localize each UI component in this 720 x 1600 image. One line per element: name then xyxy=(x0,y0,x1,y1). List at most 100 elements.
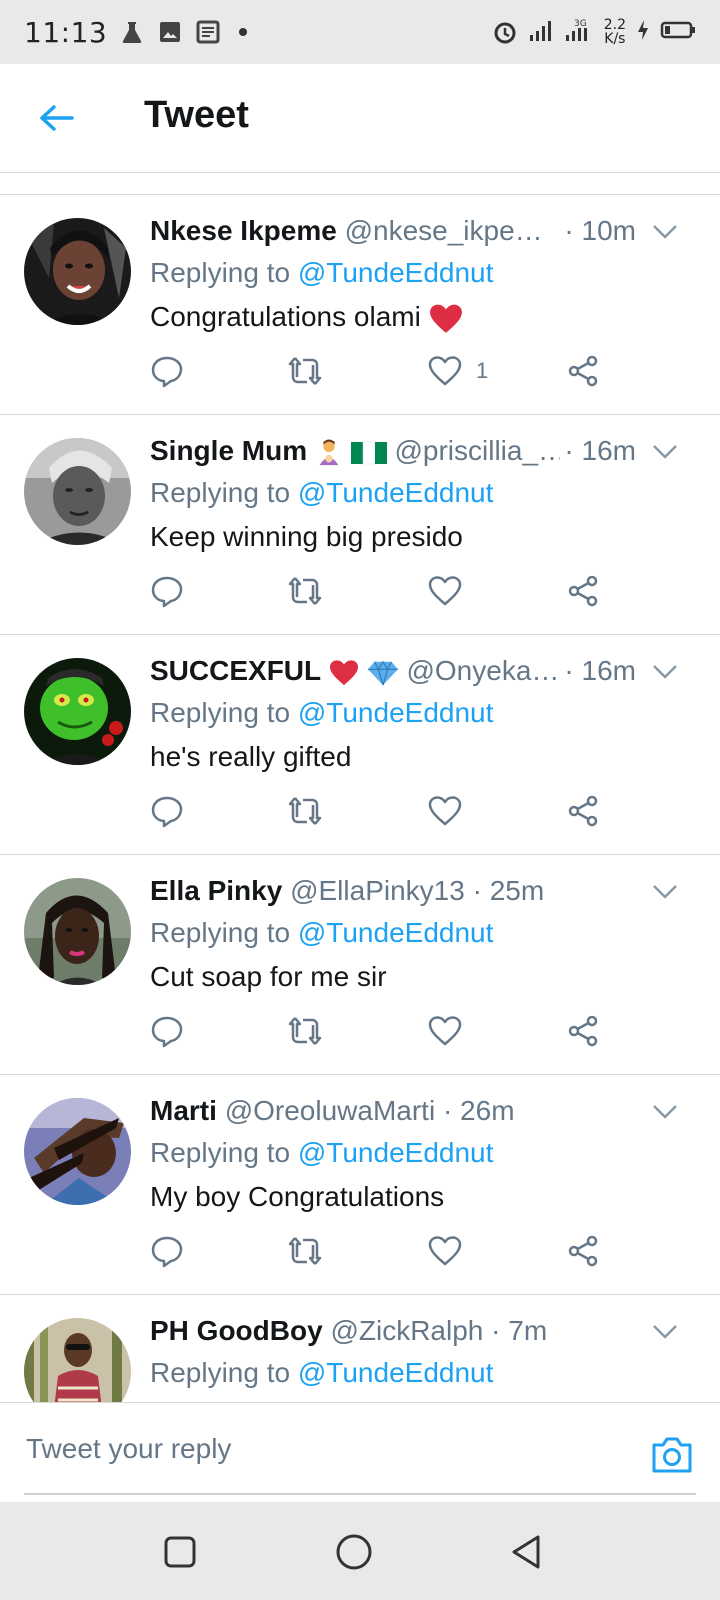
reply-tweet[interactable]: PH GoodBoy @ZickRalph · 7m Replying to @… xyxy=(0,1295,720,1402)
retweet-button[interactable] xyxy=(288,1233,322,1269)
like-button[interactable] xyxy=(428,1013,462,1049)
reply-button[interactable] xyxy=(150,573,184,609)
replying-to: Replying to @TundeEddnut xyxy=(150,1357,493,1389)
mention-link[interactable]: @TundeEddnut xyxy=(298,257,494,288)
replying-to-label: Replying to xyxy=(150,1137,298,1168)
replying-to: Replying to @TundeEddnut xyxy=(150,917,493,949)
user-handle[interactable]: @EllaPinky13 xyxy=(290,875,465,906)
user-handle[interactable]: @ZickRalph xyxy=(330,1315,483,1346)
battery-icon xyxy=(660,17,696,48)
chevron-down-icon[interactable] xyxy=(652,883,678,901)
mention-link[interactable]: @TundeEddnut xyxy=(298,697,494,728)
avatar[interactable] xyxy=(24,658,131,765)
mention-link[interactable]: @TundeEddnut xyxy=(298,477,494,508)
display-name[interactable]: Nkese Ikpeme xyxy=(150,215,337,246)
reply-tweet[interactable]: Ella Pinky @EllaPinky13 · 25m Replying t… xyxy=(0,855,720,1075)
back-triangle-icon xyxy=(512,1535,540,1569)
display-name[interactable]: Marti xyxy=(150,1095,217,1126)
mention-link[interactable]: @TundeEddnut xyxy=(298,1137,494,1168)
share-button[interactable] xyxy=(566,573,600,609)
tweet-time: · 26m xyxy=(442,1095,515,1126)
chevron-down-icon[interactable] xyxy=(652,443,678,461)
tweet-text: Cut soap for me sir xyxy=(150,961,387,992)
retweet-icon xyxy=(288,1237,322,1265)
chevron-down-icon[interactable] xyxy=(652,663,678,681)
display-name[interactable]: SUCCEXFUL xyxy=(150,655,321,686)
retweet-button[interactable] xyxy=(288,1013,322,1049)
replying-to-label: Replying to xyxy=(150,697,298,728)
reply-icon xyxy=(151,1236,183,1268)
replying-to: Replying to @TundeEddnut xyxy=(150,697,493,729)
mention-link[interactable]: @TundeEddnut xyxy=(298,1357,494,1388)
like-button[interactable] xyxy=(428,793,462,829)
network-speed: 2.2 K/s xyxy=(604,18,626,46)
display-name[interactable]: Single Mum xyxy=(150,435,307,466)
reply-tweet[interactable]: Nkese Ikpeme @nkese_ikpe… · 10m Replying… xyxy=(0,195,720,415)
reply-composer xyxy=(0,1402,720,1499)
image-icon xyxy=(157,19,183,45)
tweet-text: My boy Congratulations xyxy=(150,1181,445,1212)
chevron-down-icon[interactable] xyxy=(652,1323,678,1341)
retweet-button[interactable] xyxy=(288,573,322,609)
reply-icon xyxy=(151,356,183,388)
back-nav-button[interactable] xyxy=(506,1532,546,1572)
reply-tweet[interactable]: SUCCEXFUL @Onyeka… · 16m Replying to @Tu… xyxy=(0,635,720,855)
user-handle[interactable]: @Onyeka… xyxy=(406,655,559,686)
share-button[interactable] xyxy=(566,1233,600,1269)
retweet-icon xyxy=(288,357,322,385)
status-time: 11:13 xyxy=(24,15,108,49)
avatar[interactable] xyxy=(24,218,131,325)
mention-link[interactable]: @TundeEddnut xyxy=(298,917,494,948)
reply-tweet[interactable]: Single Mum @priscillia_… · 16m Replying … xyxy=(0,415,720,635)
heart-emoji-icon xyxy=(329,660,358,685)
avatar[interactable] xyxy=(24,1318,131,1402)
replies-feed[interactable]: Nkese Ikpeme @nkese_ikpe… · 10m Replying… xyxy=(0,195,720,1402)
retweet-button[interactable] xyxy=(288,353,322,389)
home-circle-icon xyxy=(336,1534,372,1570)
svg-text:3G: 3G xyxy=(574,19,587,29)
tweet-actions xyxy=(150,1233,630,1273)
user-handle[interactable]: @nkese_ikpe… xyxy=(345,215,543,246)
reply-icon xyxy=(151,576,183,608)
reply-button[interactable] xyxy=(150,1233,184,1269)
camera-button[interactable] xyxy=(650,1435,694,1475)
avatar[interactable] xyxy=(24,878,131,985)
like-button[interactable] xyxy=(428,1233,462,1269)
share-button[interactable] xyxy=(566,793,600,829)
tweet-time: · 25m xyxy=(472,875,545,906)
reply-input[interactable] xyxy=(24,1423,608,1475)
share-button[interactable] xyxy=(566,353,600,389)
display-name[interactable]: Ella Pinky xyxy=(150,875,282,906)
user-handle[interactable]: @OreoluwaMarti xyxy=(225,1095,435,1126)
home-button[interactable] xyxy=(334,1532,374,1572)
input-underline xyxy=(24,1493,696,1495)
reply-button[interactable] xyxy=(150,793,184,829)
status-bar-right: 3G 2.2 K/s xyxy=(492,17,696,48)
reply-tweet[interactable]: Marti @OreoluwaMarti · 26m Replying to @… xyxy=(0,1075,720,1295)
tweet-text: he's really gifted xyxy=(150,741,352,772)
reply-header: PH GoodBoy @ZickRalph · 7m xyxy=(150,1315,560,1347)
mother-baby-emoji-icon xyxy=(319,439,339,465)
reply-button[interactable] xyxy=(150,353,184,389)
tweet-text: Congratulations olami xyxy=(150,301,463,335)
user-handle[interactable]: @priscillia_… xyxy=(394,435,560,466)
chevron-down-icon[interactable] xyxy=(652,223,678,241)
back-button[interactable] xyxy=(36,98,76,138)
reply-header: SUCCEXFUL @Onyeka… xyxy=(150,655,560,687)
like-button[interactable]: 1 xyxy=(428,353,488,389)
recents-button[interactable] xyxy=(160,1532,200,1572)
share-button[interactable] xyxy=(566,1013,600,1049)
retweet-button[interactable] xyxy=(288,793,322,829)
avatar[interactable] xyxy=(24,1098,131,1205)
avatar[interactable] xyxy=(24,438,131,545)
replying-to-label: Replying to xyxy=(150,1357,298,1388)
display-name[interactable]: PH GoodBoy xyxy=(150,1315,323,1346)
chevron-down-icon[interactable] xyxy=(652,1103,678,1121)
page-title: Tweet xyxy=(144,94,249,136)
charging-icon xyxy=(636,17,650,48)
camera-icon xyxy=(652,1437,692,1473)
share-icon xyxy=(568,575,598,607)
like-button[interactable] xyxy=(428,573,462,609)
reply-button[interactable] xyxy=(150,1013,184,1049)
tweet-text: Keep winning big presido xyxy=(150,521,463,552)
